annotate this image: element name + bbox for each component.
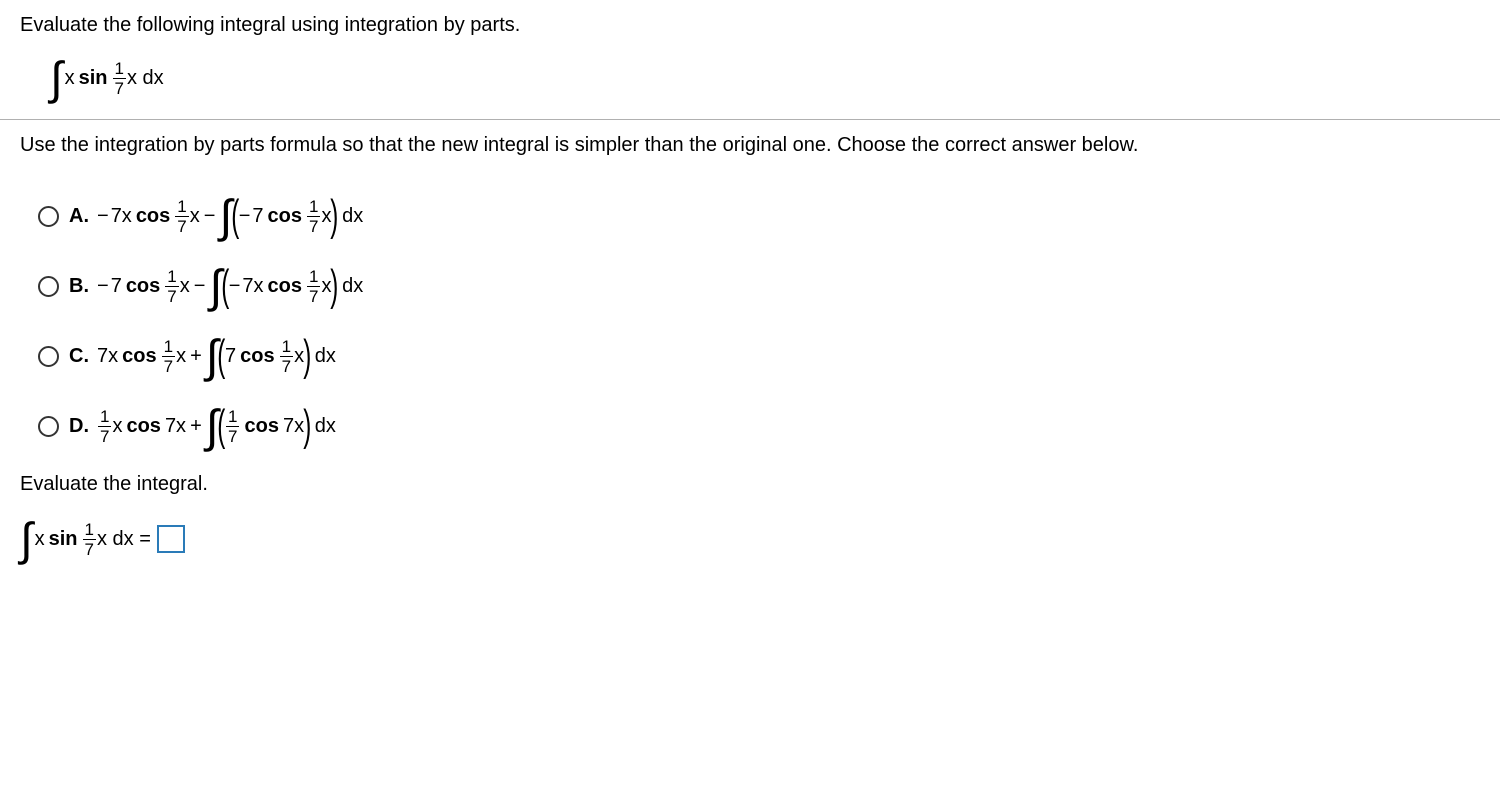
fraction: 1 7 — [307, 198, 320, 235]
instruction-1: Evaluate the following integral using in… — [20, 14, 1480, 37]
integral-sign-icon: ∫ — [20, 516, 33, 562]
integral-sign-icon: ∫ — [209, 263, 222, 309]
radio-option-a[interactable]: A. − 7x cos 1 7 x − ∫ ( − 7 — [38, 193, 1480, 239]
evaluate-label: Evaluate the integral. — [20, 473, 1480, 496]
option-label-b: B. — [69, 275, 97, 298]
var-x: x — [35, 528, 45, 551]
radio-icon[interactable] — [38, 276, 59, 297]
tail: x dx — [127, 67, 164, 90]
option-c-expr: 7x cos 1 7 x + ∫ ( 7 cos 1 — [97, 333, 336, 379]
paren-right-icon: ) — [331, 264, 339, 308]
tail: x dx = — [97, 528, 151, 551]
radio-icon[interactable] — [38, 416, 59, 437]
evaluate-expression: ∫ x sin 1 7 x dx = — [20, 516, 1480, 562]
paren-left-icon: ( — [231, 194, 239, 238]
option-label-c: C. — [69, 345, 97, 368]
fraction: 1 7 — [280, 338, 293, 375]
fraction: 1 7 — [98, 408, 111, 445]
fraction: 1 7 — [83, 521, 96, 558]
radio-option-b[interactable]: B. − 7 cos 1 7 x − ∫ ( − 7x — [38, 263, 1480, 309]
integral-sign-icon: ∫ — [219, 193, 232, 239]
radio-icon[interactable] — [38, 206, 59, 227]
var-x: x — [65, 67, 75, 90]
answer-input[interactable] — [157, 525, 185, 553]
fraction: 1 7 — [307, 268, 320, 305]
radio-option-c[interactable]: C. 7x cos 1 7 x + ∫ ( 7 cos — [38, 333, 1480, 379]
func-sin: sin — [49, 528, 78, 551]
option-label-a: A. — [69, 205, 97, 228]
func-sin: sin — [79, 67, 108, 90]
fraction: 1 7 — [162, 338, 175, 375]
option-label-d: D. — [69, 415, 97, 438]
paren-left-icon: ( — [218, 404, 226, 448]
option-a-expr: − 7x cos 1 7 x − ∫ ( − 7 cos — [97, 193, 363, 239]
instruction-2: Use the integration by parts formula so … — [20, 134, 1480, 157]
paren-left-icon: ( — [221, 264, 229, 308]
paren-right-icon: ) — [303, 334, 311, 378]
fraction: 1 7 — [175, 198, 188, 235]
fraction: 1 7 — [113, 60, 126, 97]
paren-right-icon: ) — [303, 404, 311, 448]
paren-right-icon: ) — [331, 194, 339, 238]
paren-left-icon: ( — [218, 334, 226, 378]
problem-integral: ∫ x sin 1 7 x dx — [50, 55, 1480, 101]
radio-icon[interactable] — [38, 346, 59, 367]
fraction: 1 7 — [226, 408, 239, 445]
option-d-expr: 1 7 x cos 7x + ∫ ( 1 7 cos 7x — [97, 403, 336, 449]
fraction: 1 7 — [165, 268, 178, 305]
option-b-expr: − 7 cos 1 7 x − ∫ ( − 7x cos — [97, 263, 363, 309]
options-group: A. − 7x cos 1 7 x − ∫ ( − 7 — [38, 193, 1480, 449]
radio-option-d[interactable]: D. 1 7 x cos 7x + ∫ ( 1 7 — [38, 403, 1480, 449]
integral-sign-icon: ∫ — [50, 55, 63, 101]
